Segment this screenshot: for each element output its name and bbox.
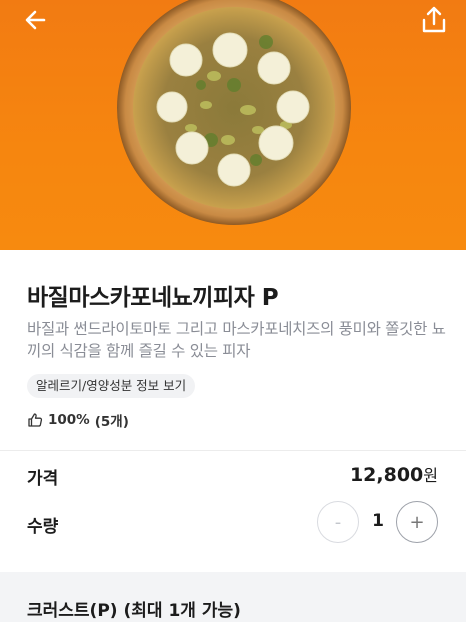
price-value: 12,800원 <box>350 462 438 486</box>
price-amount: 12,800 <box>349 464 424 486</box>
back-arrow-icon <box>25 10 46 30</box>
share-button[interactable] <box>418 4 450 36</box>
price-label: 가격 <box>27 469 59 489</box>
crust-option-section: 크러스트(P) (최대 1개 가능) <box>0 572 466 622</box>
pizza-image <box>117 0 351 225</box>
share-icon <box>422 6 446 33</box>
crust-option-title: 크러스트(P) (최대 1개 가능) <box>27 601 241 621</box>
like-rating: 100% (5개) <box>27 410 129 430</box>
back-button[interactable] <box>20 6 52 34</box>
product-hero-image <box>0 0 466 250</box>
thumbs-up-icon <box>28 413 43 427</box>
like-count: (5개) <box>94 414 129 430</box>
quantity-value: 1 <box>372 511 384 531</box>
quantity-decrease-button[interactable]: - <box>317 501 359 543</box>
quantity-increase-button[interactable]: + <box>396 501 438 543</box>
price-unit: 원 <box>423 466 438 485</box>
product-title: 바질마스카포네뇨끼피자 P <box>27 285 279 311</box>
quantity-label: 수량 <box>27 517 59 537</box>
allergy-nutrition-button[interactable]: 알레르기/영양성분 정보 보기 <box>27 374 196 398</box>
product-description: 바질과 썬드라이토마토 그리고 마스카포네치즈의 풍미와 쫄깃한 뇨끼의 식감을… <box>27 320 446 360</box>
section-divider <box>0 450 466 451</box>
like-percent: 100% <box>48 412 90 428</box>
